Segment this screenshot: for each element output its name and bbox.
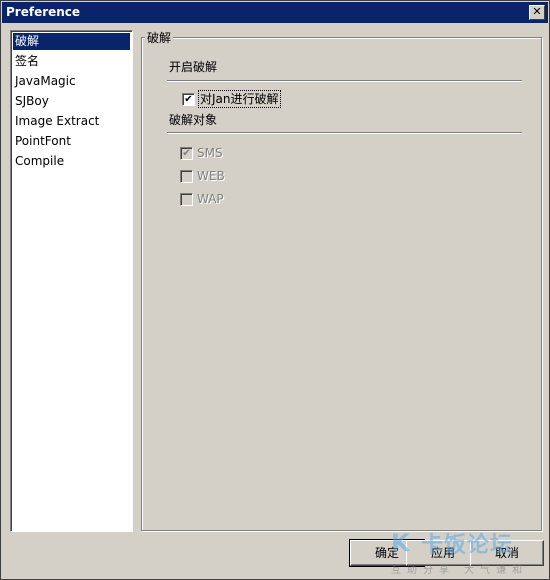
enable-crack-checkbox[interactable]: ✔	[182, 93, 195, 106]
settings-panel-title: 破解	[145, 30, 174, 46]
preference-window: Preference ✕ 破解 签名 JavaMagic SJBoy Image…	[0, 0, 550, 580]
enable-crack-label[interactable]: 对Jan进行破解	[198, 90, 281, 108]
apply-button[interactable]: 应用	[406, 540, 480, 566]
category-item-compile[interactable]: Compile	[13, 153, 66, 170]
category-item-crack[interactable]: 破解	[13, 33, 130, 50]
title-bar[interactable]: Preference ✕	[2, 2, 548, 23]
target-section-label: 破解对象	[169, 113, 218, 127]
category-item-javamagic[interactable]: JavaMagic	[13, 73, 78, 90]
web-label: WEB	[197, 169, 225, 183]
preference-category-list: 破解 签名 JavaMagic SJBoy Image Extract Poin…	[10, 30, 133, 532]
web-checkbox[interactable]	[180, 170, 193, 183]
sms-label: SMS	[197, 146, 223, 160]
wap-checkbox[interactable]	[180, 193, 193, 206]
close-button[interactable]: ✕	[529, 5, 545, 20]
category-item-pointfont[interactable]: PointFont	[13, 133, 73, 150]
window-title: Preference	[6, 5, 81, 19]
target-section-divider	[167, 132, 522, 134]
wap-label: WAP	[197, 192, 224, 206]
category-item-sjboy[interactable]: SJBoy	[13, 93, 51, 110]
enable-section-divider	[167, 80, 522, 82]
cancel-button[interactable]: 取消	[470, 540, 544, 566]
enable-section-label: 开启破解	[169, 60, 218, 74]
category-item-image-extract[interactable]: Image Extract	[13, 113, 101, 130]
sms-checkbox[interactable]: ✔	[180, 147, 193, 160]
category-item-sign[interactable]: 签名	[13, 53, 41, 70]
close-icon: ✕	[532, 5, 542, 18]
